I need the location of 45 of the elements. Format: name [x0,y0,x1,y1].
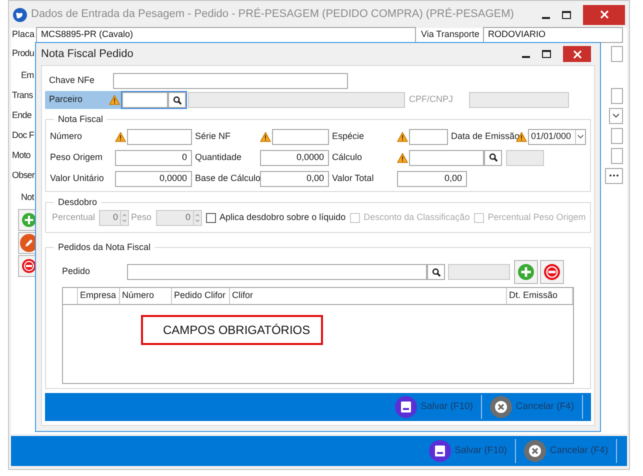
window-title: Dados de Entrada da Pesagem - Pedido - PRÉ-PESAGEM (PEDIDO COMPRA) (PRÉ-PESAGEM) [31,6,514,22]
text-field[interactable]: 0,00 [260,170,329,186]
field-label: Via Transporte [421,28,480,42]
field-label: Valor Total [332,172,375,185]
text-field[interactable]: 0,0000 [260,150,329,166]
field-label: Percentual [52,211,96,224]
field-label: Peso Origem [50,150,104,164]
field-label: Quantidade [195,150,243,164]
group-title: Desdobro [54,196,102,208]
text-field[interactable]: 0 [115,150,192,166]
field-label: Moto [12,148,30,162]
field-label: Chave NFe [49,74,96,87]
field-label: Número [50,130,84,143]
field-label: Doc F [12,128,34,142]
text-field[interactable]: 0,00 [397,170,467,186]
date-field[interactable]: 01/01/000 [528,128,586,144]
field-label: CPF/CNPJ [409,93,454,106]
annotation-box: CAMPOS OBRIGATÓRIOS [141,315,323,345]
column-header[interactable]: Número [120,288,172,304]
field-label: Série NF [195,130,232,143]
field-label: Pedido [62,265,92,278]
text-field[interactable]: RODOVIARIO [483,27,623,43]
field-label: Ende [12,108,32,122]
checkbox[interactable]: Aplica desdobro sobre o líquido [206,211,346,225]
field-label: Parceiro [45,91,122,109]
column-header[interactable]: Empresa [78,288,120,304]
field-label: Cálculo [332,150,364,164]
field-label: Base de Cálculo [195,172,260,185]
text-field[interactable]: MCS8895-PR (Cavalo) [36,27,416,43]
field-label: Peso [131,211,152,224]
field-label: Obser [12,168,35,182]
group-title: Nota Fiscal [54,113,108,125]
column-header[interactable]: Dt. Emissão [507,288,573,304]
group-title: Not [20,190,34,204]
text-field[interactable]: 0,0000 [115,170,192,186]
group-title: Em [20,68,34,82]
field-label: Valor Unitário [50,172,105,185]
dialog-title: Nota Fiscal Pedido [41,46,134,62]
group-title: Pedidos da Nota Fiscal [54,241,155,253]
field-label: Espécie [332,130,366,143]
field-label: Placa [12,28,36,42]
column-header[interactable]: Clifor [230,288,507,304]
field-label: Produ [12,46,34,60]
column-header[interactable]: Pedido Clifor [172,288,230,304]
field-label: Trans [12,88,33,102]
